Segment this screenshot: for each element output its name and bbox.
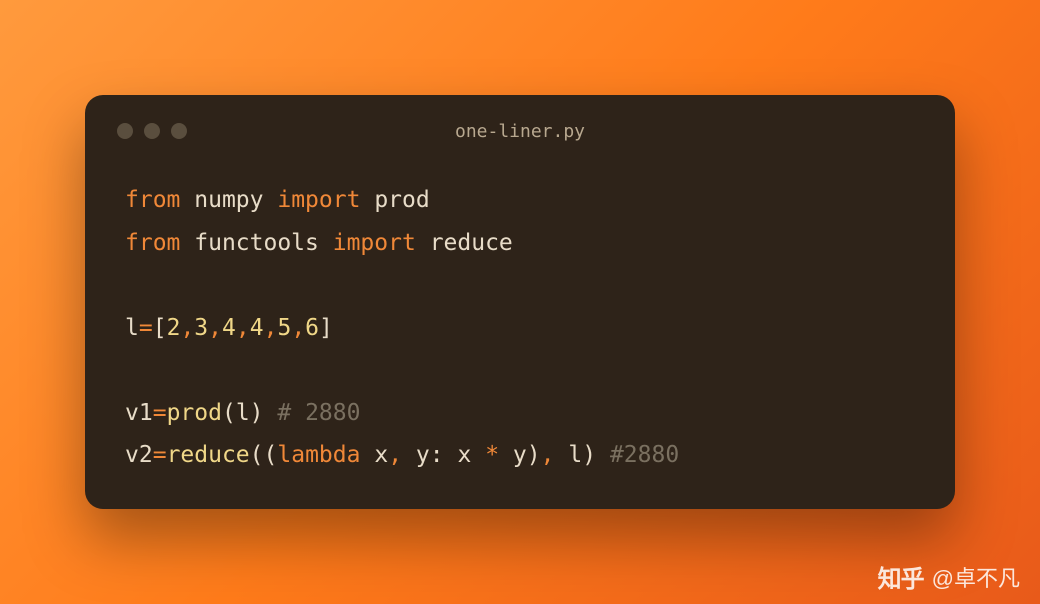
number: 4 <box>250 315 264 341</box>
window-titlebar: one-liner.py <box>117 123 923 139</box>
bracket-close: ] <box>319 315 333 341</box>
watermark-author: @卓不凡 <box>932 561 1020 593</box>
number: 5 <box>277 315 291 341</box>
param: y <box>416 442 430 468</box>
import-name: prod <box>374 187 429 213</box>
function-call: prod <box>167 400 222 426</box>
zhihu-logo: 知乎 <box>878 559 924 594</box>
module-name: numpy <box>194 187 263 213</box>
number: 6 <box>305 315 319 341</box>
keyword-from: from <box>125 230 180 256</box>
operator-assign: = <box>139 315 153 341</box>
comma: , <box>291 315 305 341</box>
paren-close: ) <box>527 442 541 468</box>
keyword-lambda: lambda <box>277 442 360 468</box>
comment: #2880 <box>610 442 679 468</box>
code-window: one-liner.py from numpy import prod from… <box>85 95 955 509</box>
keyword-from: from <box>125 187 180 213</box>
code-block: from numpy import prod from functools im… <box>117 179 923 477</box>
paren-open: ( <box>264 442 278 468</box>
operator-assign: = <box>153 400 167 426</box>
comment: # 2880 <box>277 400 360 426</box>
watermark: 知乎 @卓不凡 <box>878 559 1020 594</box>
number: 3 <box>194 315 208 341</box>
maximize-dot[interactable] <box>171 123 187 139</box>
param: x <box>374 442 388 468</box>
operator-mul: * <box>485 442 499 468</box>
minimize-dot[interactable] <box>144 123 160 139</box>
paren-open: ( <box>250 442 264 468</box>
module-name: functools <box>194 230 319 256</box>
comma: , <box>541 442 555 468</box>
variable: x <box>457 442 471 468</box>
paren-close: ) <box>582 442 596 468</box>
number: 2 <box>167 315 181 341</box>
comma: , <box>208 315 222 341</box>
close-dot[interactable] <box>117 123 133 139</box>
variable: l <box>568 442 582 468</box>
bracket-open: [ <box>153 315 167 341</box>
variable: l <box>236 400 250 426</box>
window-controls <box>117 123 187 139</box>
comma: , <box>388 442 402 468</box>
comma: , <box>236 315 250 341</box>
paren-close: ) <box>250 400 264 426</box>
paren-open: ( <box>222 400 236 426</box>
number: 4 <box>222 315 236 341</box>
comma: , <box>264 315 278 341</box>
keyword-import: import <box>333 230 416 256</box>
filename-label: one-liner.py <box>455 121 585 142</box>
variable: v1 <box>125 400 153 426</box>
variable: l <box>125 315 139 341</box>
colon: : <box>430 442 444 468</box>
import-name: reduce <box>430 230 513 256</box>
keyword-import: import <box>277 187 360 213</box>
variable: y <box>513 442 527 468</box>
variable: v2 <box>125 442 153 468</box>
function-call: reduce <box>167 442 250 468</box>
comma: , <box>180 315 194 341</box>
operator-assign: = <box>153 442 167 468</box>
